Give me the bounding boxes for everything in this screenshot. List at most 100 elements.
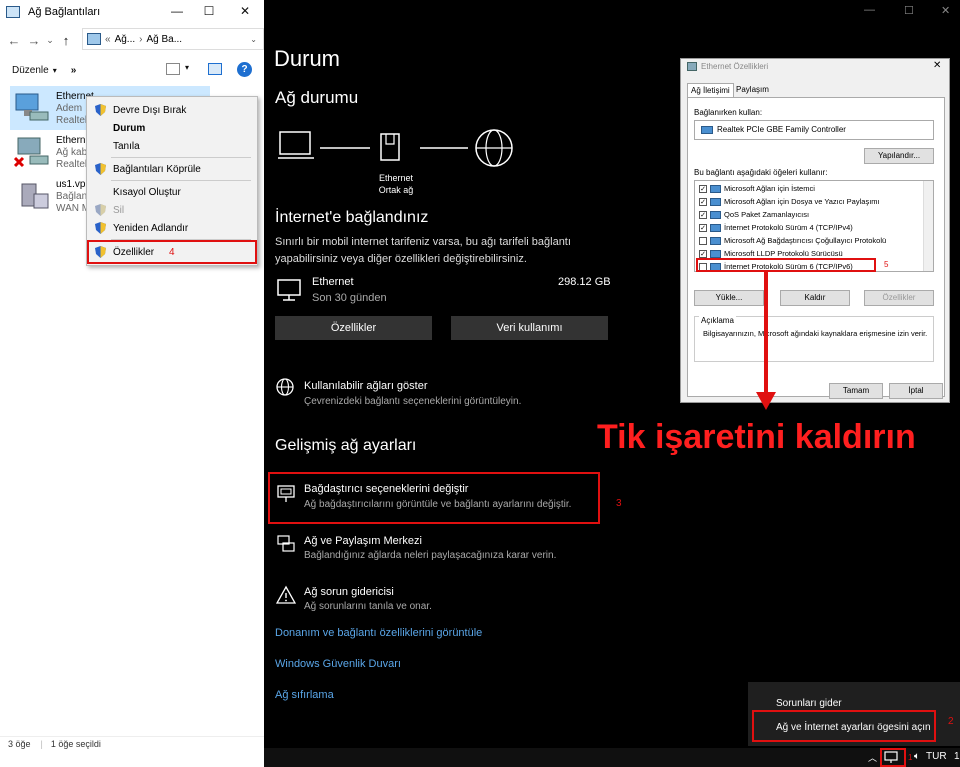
menu-item-bridge[interactable]: Bağlantıları Köprüle: [87, 160, 257, 178]
breadcrumb-item[interactable]: Ağ Ba...: [146, 34, 182, 45]
list-item[interactable]: ✓ QoS Paket Zamanlayıcısı: [699, 208, 929, 221]
network-component-icon: [710, 223, 721, 232]
list-item[interactable]: ✓ İnternet Protokolü Sürüm 4 (TCP/IPv4): [699, 221, 929, 234]
globe-icon: [475, 129, 513, 167]
chevron-down-icon[interactable]: ▾: [53, 66, 57, 75]
breadcrumb-separator: ›: [139, 33, 143, 45]
uac-shield-icon: [95, 104, 106, 116]
laptop-icon: [278, 131, 314, 159]
configure-button[interactable]: Yapılandır...: [864, 148, 934, 164]
checkbox[interactable]: [699, 236, 707, 245]
page-title: Durum: [274, 46, 341, 71]
warning-icon: [276, 585, 296, 604]
dialog-icon: [687, 62, 697, 71]
highlight-box: [696, 258, 876, 272]
adapter-name: Ethernet: [312, 276, 354, 288]
breadcrumb-item[interactable]: Ağ...: [115, 34, 136, 45]
network-component-icon: [710, 184, 721, 193]
menu-item-status[interactable]: Durum: [87, 119, 257, 137]
ethernet-properties-dialog: Ethernet Özellikleri ✕ Ağ İletişimi Payl…: [680, 58, 950, 403]
sharing-center-link[interactable]: Ağ ve Paylaşım Merkezi: [304, 535, 422, 547]
close-button[interactable]: ✕: [230, 2, 260, 20]
maximize-button[interactable]: ☐: [194, 2, 224, 20]
menu-item-diagnose[interactable]: Tanıla: [87, 137, 257, 155]
properties-button[interactable]: Özellikler: [275, 316, 432, 340]
network-tray-popup: Sorunları gider Ağ ve İnternet ayarları …: [748, 682, 960, 746]
checkbox[interactable]: ✓: [699, 249, 707, 258]
adapter-period: Son 30 günden: [312, 292, 387, 304]
menu-item-rename[interactable]: Yeniden Adlandır: [87, 219, 257, 237]
connection-description: Sınırlı bir mobil internet tarifeniz var…: [275, 236, 571, 265]
up-icon[interactable]: ↑: [56, 33, 76, 48]
checkbox[interactable]: ✓: [699, 184, 707, 193]
show-networks-link[interactable]: Kullanılabilir ağları göster: [304, 380, 428, 392]
globe-network-icon: [276, 378, 294, 396]
troubleshooter-link[interactable]: Ağ sorun gidericisi: [304, 586, 394, 598]
preview-pane-icon[interactable]: [208, 63, 222, 75]
clock[interactable]: 1:: [954, 751, 960, 762]
network-tray-icon[interactable]: [884, 751, 900, 764]
dialog-title: Ethernet Özellikleri: [701, 62, 769, 71]
selected-count: 1 öğe seçildi: [50, 738, 101, 749]
sharing-center-desc: Bağlandığınız ağlarda neleri paylaşacağı…: [304, 550, 557, 561]
menu-item-shortcut[interactable]: Kısayol Oluştur: [87, 183, 257, 201]
step-number: 3: [616, 498, 622, 509]
forward-icon[interactable]: →: [24, 33, 44, 48]
checkbox[interactable]: ✓: [699, 223, 707, 232]
maximize-button[interactable]: ☐: [904, 4, 914, 17]
back-icon[interactable]: ←: [4, 33, 24, 48]
organize-menu[interactable]: Düzenle: [12, 65, 49, 76]
instruction-annotation: Tik işaretini kaldırın: [597, 418, 916, 456]
chevron-down-icon[interactable]: ⌄: [44, 35, 56, 46]
language-indicator[interactable]: TUR: [926, 751, 947, 762]
list-item[interactable]: ✓ Microsoft Ağları için Dosya ve Yazıcı P…: [699, 195, 929, 208]
data-usage-button[interactable]: Veri kullanımı: [451, 316, 608, 340]
ok-button[interactable]: Tamam: [829, 383, 883, 399]
step-number: 2: [948, 716, 954, 727]
cancel-button[interactable]: İptal: [889, 383, 943, 399]
description-title: Açıklama: [699, 316, 736, 325]
explorer-titlebar: Ağ Bağlantıları — ☐ ✕: [0, 0, 264, 24]
minimize-button[interactable]: —: [864, 4, 875, 16]
firewall-link[interactable]: Windows Güvenlik Duvarı: [275, 658, 401, 670]
scrollbar[interactable]: [923, 181, 933, 271]
network-component-icon: [710, 197, 721, 206]
list-item[interactable]: Microsoft Ağ Bağdaştırıcısı Çoğullayıcı …: [699, 234, 929, 247]
breadcrumb[interactable]: « Ağ... › Ağ Ba... ⌄: [82, 28, 264, 50]
dialog-page: Bağlanırken kullan: Realtek PCIe GBE Fam…: [687, 97, 945, 397]
address-bar: ← → ⌄ ↑ « Ağ... › Ağ Ba... ⌄: [0, 26, 264, 54]
troubleshoot-menu-item[interactable]: Sorunları gider: [776, 698, 842, 709]
checkbox[interactable]: ✓: [699, 210, 707, 219]
item-detail: Realtek: [56, 115, 90, 126]
item-name: us1.vpr: [56, 179, 89, 190]
close-button[interactable]: ✕: [941, 4, 950, 17]
network-reset-link[interactable]: Ağ sıfırlama: [275, 689, 334, 701]
view-icon[interactable]: [166, 63, 180, 75]
volume-icon[interactable]: 🔈︎: [914, 751, 920, 762]
hardware-properties-link[interactable]: Donanım ve bağlantı özelliklerini görünt…: [275, 627, 482, 639]
minimize-button[interactable]: —: [162, 2, 192, 20]
item-name: Ethern: [56, 135, 86, 146]
section-title: Ağ durumu: [275, 88, 359, 107]
item-count: 3 öğe: [8, 738, 31, 749]
menu-item-delete[interactable]: Sil: [87, 201, 257, 219]
item-detail: Realtek: [56, 159, 90, 170]
tab-networking[interactable]: Ağ İletişimi: [687, 83, 734, 97]
chevron-up-icon[interactable]: ︿: [868, 751, 877, 764]
list-item[interactable]: ✓ Microsoft Ağları için İstemci: [699, 182, 929, 195]
menu-item-disable[interactable]: Devre Dışı Bırak: [87, 101, 257, 119]
network-folder-icon: [6, 6, 20, 18]
tab-sharing[interactable]: Paylaşım: [733, 83, 772, 97]
uninstall-button[interactable]: Kaldır: [780, 290, 850, 306]
chevron-down-icon[interactable]: ▾: [185, 63, 189, 72]
connection-status: İnternet'e bağlandınız: [275, 209, 429, 226]
more-commands[interactable]: »: [71, 65, 77, 76]
properties-button[interactable]: Özellikler: [864, 290, 934, 306]
help-icon[interactable]: ?: [237, 62, 252, 77]
close-icon[interactable]: ✕: [933, 60, 941, 71]
network-component-icon: [710, 210, 721, 219]
chevron-down-icon[interactable]: ⌄: [250, 35, 257, 44]
checkbox[interactable]: ✓: [699, 197, 707, 206]
explorer-window: Ağ Bağlantıları — ☐ ✕ ← → ⌄ ↑ « Ağ... › …: [0, 0, 264, 767]
adapter-name: Realtek PCIe GBE Family Controller: [717, 125, 846, 134]
